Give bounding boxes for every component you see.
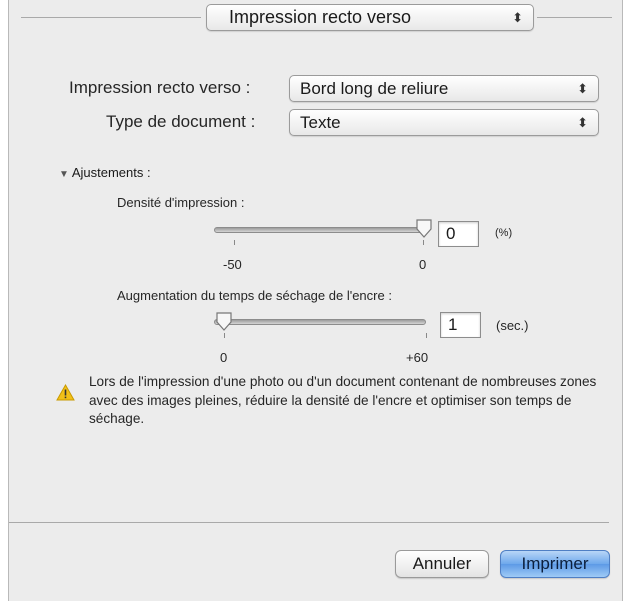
density-tick-min	[234, 240, 235, 245]
preset-popup-label: Impression recto verso	[229, 7, 412, 27]
drying-value-field[interactable]: 1	[440, 312, 481, 338]
header-separator-right	[537, 17, 612, 18]
disclosure-triangle-icon: ▼	[59, 169, 69, 180]
density-slider-thumb[interactable]	[415, 219, 433, 244]
density-slider-track[interactable]	[214, 227, 424, 233]
drying-tick-min	[224, 333, 225, 338]
doctype-label: Type de document :	[106, 112, 256, 131]
density-unit: (%)	[495, 227, 513, 239]
drying-tick-max	[426, 333, 427, 338]
drying-label: Augmentation du temps de séchage de l'en…	[117, 288, 392, 303]
duplex-label: Impression recto verso :	[69, 78, 251, 97]
density-label: Densité d'impression :	[117, 195, 245, 210]
cancel-button[interactable]: Annuler	[395, 550, 489, 578]
print-button[interactable]: Imprimer	[500, 550, 610, 578]
print-dialog: Impression recto verso ⬍ Impression rect…	[8, 0, 623, 601]
density-tick-max	[423, 240, 424, 245]
adjustments-disclosure[interactable]: ▼ Ajustements :	[59, 165, 151, 180]
density-min-label: -50	[223, 257, 242, 272]
drying-unit: (sec.)	[496, 318, 529, 333]
adjustments-label: Ajustements :	[71, 165, 151, 180]
duplex-popup[interactable]: Bord long de reliure ⬍	[289, 75, 599, 102]
popup-arrows-icon: ⬍	[512, 10, 523, 25]
footer-separator	[9, 522, 609, 523]
doctype-popup-value: Texte	[300, 113, 341, 132]
header-separator-left	[21, 17, 201, 18]
density-max-label: 0	[419, 257, 427, 272]
drying-max-label: +60	[406, 350, 429, 365]
density-value-field[interactable]: 0	[438, 221, 479, 247]
preset-popup[interactable]: Impression recto verso ⬍	[206, 4, 534, 31]
popup-arrows-icon: ⬍	[577, 81, 588, 96]
drying-slider-track[interactable]	[214, 319, 426, 325]
warning-icon	[56, 383, 75, 406]
popup-arrows-icon: ⬍	[577, 115, 588, 130]
doctype-popup[interactable]: Texte ⬍	[289, 109, 599, 136]
drying-min-label: 0	[220, 350, 228, 365]
duplex-popup-value: Bord long de reliure	[300, 79, 449, 98]
warning-text: Lors de l'impression d'une photo ou d'un…	[89, 374, 597, 426]
